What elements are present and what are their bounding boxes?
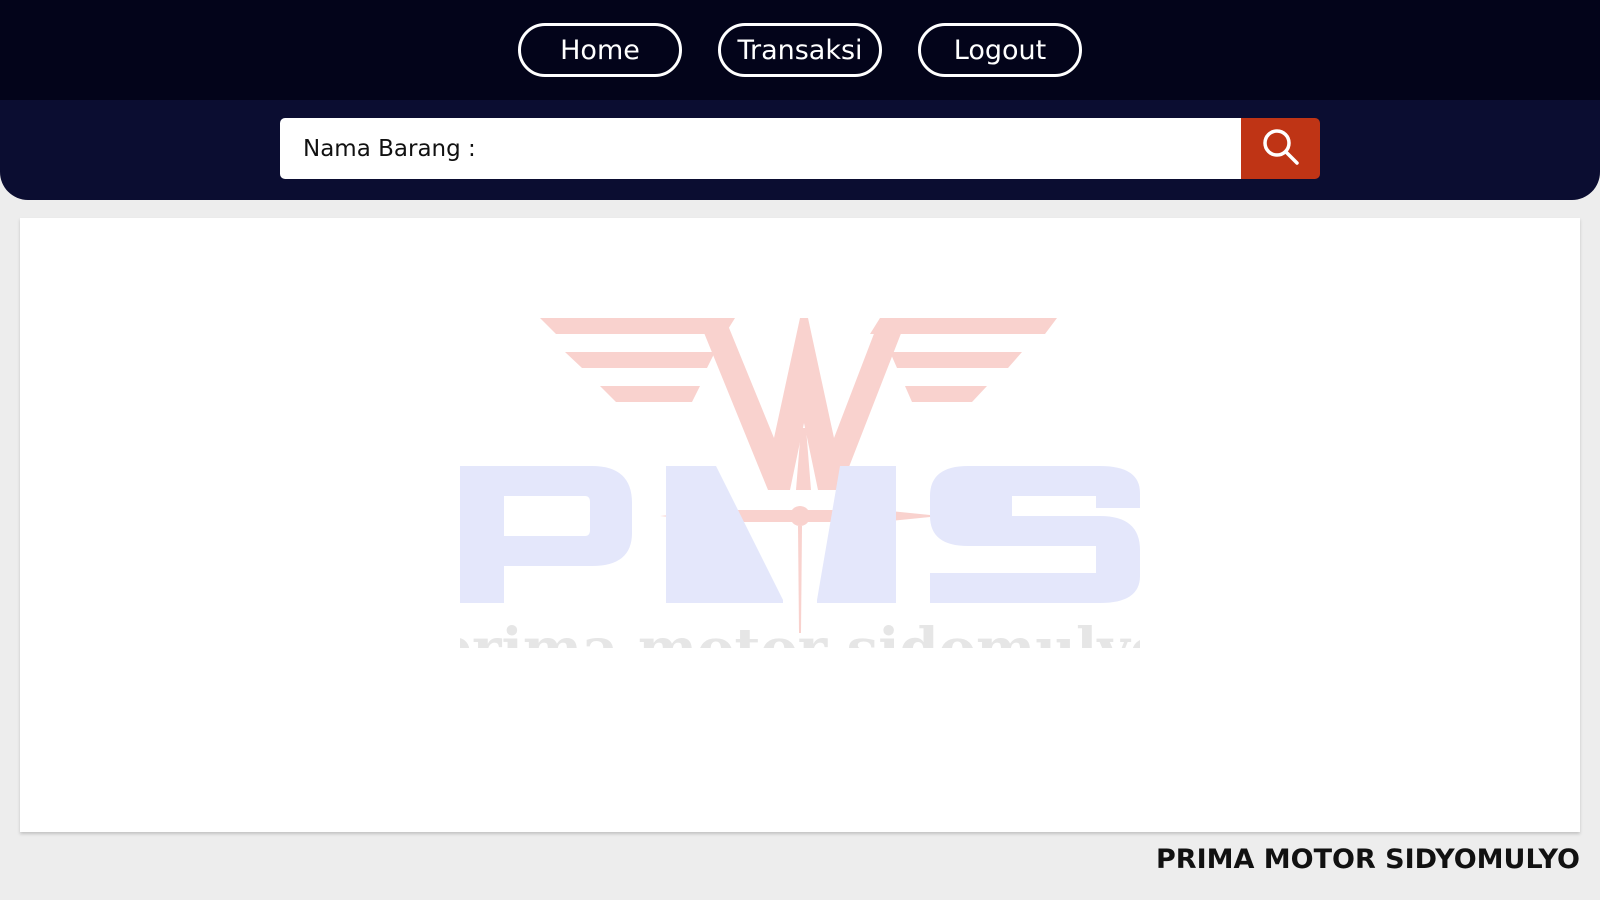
home-button[interactable]: Home [518,23,682,77]
top-navbar: Home Transaksi Logout [0,0,1600,100]
logo-tagline: prima motor sidomulyo [460,616,1140,648]
footer-brand-text: PRIMA MOTOR SIDYOMULYO [1156,844,1580,875]
search-label: Nama Barang : [303,135,476,162]
search-input[interactable] [475,117,1242,180]
search-button[interactable] [1241,118,1320,179]
transaksi-button[interactable]: Transaksi [718,23,882,77]
main-content-panel: prima motor sidomulyo [20,218,1580,832]
search-icon [1261,127,1301,171]
search-field[interactable]: Nama Barang : [280,117,1242,180]
pms-logo-watermark: prima motor sidomulyo [460,318,1140,648]
logout-button[interactable]: Logout [918,23,1082,77]
